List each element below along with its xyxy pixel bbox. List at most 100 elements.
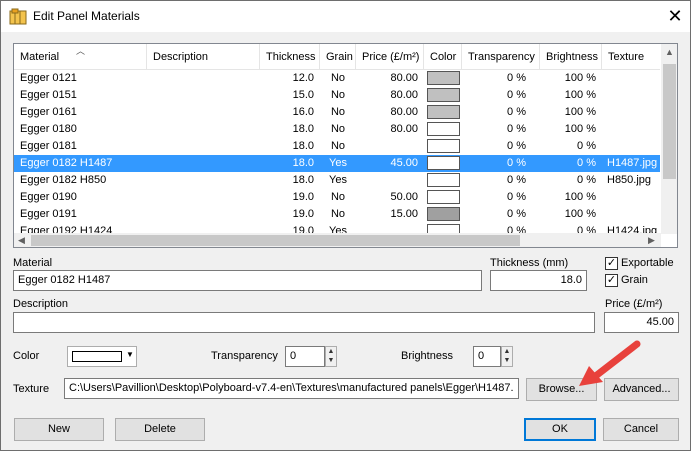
cell-material: Egger 0191 — [20, 208, 77, 220]
column-header-description[interactable]: Description — [147, 44, 260, 70]
table-body: Egger 0121 12.0 No 80.00 0 % 100 % Egger 0151 1… — [14, 70, 660, 234]
table-row[interactable]: Egger 0191 19.0 No 15.00 0 % 100 % — [14, 206, 660, 223]
column-header-texture[interactable]: Texture — [602, 44, 660, 70]
column-header-material[interactable]: Material ︿ — [14, 44, 147, 70]
table-row[interactable]: Egger 0182 H850 18.0 Yes 0 % 0 % H850.jpg — [14, 172, 660, 189]
materials-table: Material ︿ Description Thickness Grain P… — [13, 43, 678, 248]
texture-path-field[interactable]: C:\Users\Pavillion\Desktop\Polyboard-v7.… — [64, 378, 519, 399]
materials-app-icon — [9, 8, 27, 25]
grain-checkbox[interactable]: ✓ — [605, 274, 618, 287]
cell-thickness: 12.0 — [292, 72, 314, 84]
cell-color-swatch — [427, 122, 460, 136]
cell-brightness: 0 % — [577, 174, 596, 186]
transparency-spinner[interactable]: ▲ ▼ — [325, 346, 337, 367]
texture-label: Texture — [13, 383, 50, 395]
cell-grain: No — [330, 191, 346, 203]
transparency-field[interactable]: 0 — [285, 346, 325, 367]
cell-thickness: 19.0 — [292, 191, 314, 203]
description-field[interactable] — [13, 312, 595, 333]
horizontal-scrollbar[interactable]: ◀ ▶ — [14, 233, 661, 247]
table-row[interactable]: Egger 0151 15.0 No 80.00 0 % 100 % — [14, 87, 660, 104]
cell-color-swatch — [427, 173, 460, 187]
table-row[interactable]: Egger 0182 H1487 18.0 Yes 45.00 0 % 0 % H1487.… — [14, 155, 660, 172]
table-row[interactable]: Egger 0181 18.0 No 0 % 0 % — [14, 138, 660, 155]
brightness-label: Brightness — [401, 350, 453, 362]
cell-brightness: 100 % — [564, 89, 596, 101]
cell-price: 80.00 — [390, 89, 418, 101]
ok-button[interactable]: OK — [524, 418, 596, 441]
cell-brightness: 100 % — [564, 123, 596, 135]
cell-color-swatch — [427, 190, 460, 204]
cell-thickness: 18.0 — [292, 140, 314, 152]
cell-material: Egger 0181 — [20, 140, 77, 152]
delete-button[interactable]: Delete — [115, 418, 205, 441]
cell-description — [153, 87, 258, 104]
color-label: Color — [13, 350, 40, 362]
edit-panel-materials-dialog: Edit Panel Materials ✕ Material ︿ Descri… — [0, 0, 691, 451]
spin-down-icon[interactable]: ▼ — [326, 356, 336, 365]
cell-price — [356, 138, 418, 155]
cell-texture — [607, 87, 660, 104]
scroll-up-icon[interactable]: ▲ — [665, 47, 674, 57]
cell-color-swatch — [427, 139, 460, 153]
brightness-spinner[interactable]: ▲ ▼ — [501, 346, 513, 367]
cell-transparency: 0 % — [507, 208, 526, 220]
exportable-checkbox[interactable]: ✓ — [605, 257, 618, 270]
cell-thickness: 19.0 — [292, 208, 314, 220]
cell-description — [153, 70, 258, 87]
spin-up-icon[interactable]: ▲ — [326, 347, 336, 356]
cell-material: Egger 0180 — [20, 123, 77, 135]
cell-grain: No — [330, 72, 346, 84]
scroll-right-icon[interactable]: ▶ — [648, 235, 655, 246]
material-label: Material — [13, 257, 53, 269]
cell-material: Egger 0121 — [20, 72, 77, 84]
table-row[interactable]: Egger 0180 18.0 No 80.00 0 % 100 % — [14, 121, 660, 138]
column-header-price[interactable]: Price (£/m²) — [356, 44, 424, 70]
price-field[interactable]: 45.00 — [604, 312, 679, 333]
price-label: Price (£/m²) — [605, 298, 663, 310]
cell-description — [153, 189, 258, 206]
scroll-left-icon[interactable]: ◀ — [18, 235, 25, 246]
horizontal-scroll-thumb[interactable] — [31, 235, 520, 246]
table-row[interactable]: Egger 0190 19.0 No 50.00 0 % 100 % — [14, 189, 660, 206]
cell-grain: No — [330, 89, 346, 101]
window-title: Edit Panel Materials — [33, 9, 140, 23]
spin-up-icon[interactable]: ▲ — [502, 347, 512, 356]
cell-grain: No — [330, 123, 346, 135]
column-header-transparency[interactable]: Transparency — [462, 44, 540, 70]
spin-down-icon[interactable]: ▼ — [502, 356, 512, 365]
color-picker[interactable]: ▼ — [67, 346, 137, 367]
column-header-grain[interactable]: Grain — [320, 44, 356, 70]
cell-texture — [607, 121, 660, 138]
close-icon[interactable]: ✕ — [665, 6, 685, 26]
cancel-button[interactable]: Cancel — [603, 418, 679, 441]
cell-price: 50.00 — [390, 191, 418, 203]
vertical-scrollbar[interactable]: ▲ — [661, 44, 677, 234]
thickness-field[interactable]: 18.0 — [490, 270, 587, 291]
annotation-arrow — [579, 340, 641, 386]
cell-price: 45.00 — [390, 157, 418, 169]
thickness-label: Thickness (mm) — [490, 257, 569, 269]
new-button[interactable]: New — [14, 418, 104, 441]
cell-thickness: 15.0 — [292, 89, 314, 101]
cell-material: Egger 0151 — [20, 89, 77, 101]
cell-texture — [607, 104, 660, 121]
column-header-thickness[interactable]: Thickness — [260, 44, 320, 70]
cell-color-swatch — [427, 88, 460, 102]
cell-price: 80.00 — [390, 123, 418, 135]
table-row[interactable]: Egger 0121 12.0 No 80.00 0 % 100 % — [14, 70, 660, 87]
table-row[interactable]: Egger 0161 16.0 No 80.00 0 % 100 % — [14, 104, 660, 121]
cell-transparency: 0 % — [507, 191, 526, 203]
column-header-brightness[interactable]: Brightness — [540, 44, 602, 70]
cell-transparency: 0 % — [507, 106, 526, 118]
cell-price: 80.00 — [390, 106, 418, 118]
vertical-scroll-thumb[interactable] — [663, 64, 676, 179]
material-name-field[interactable]: Egger 0182 H1487 — [13, 270, 482, 291]
cell-thickness: 18.0 — [292, 174, 314, 186]
brightness-field[interactable]: 0 — [473, 346, 501, 367]
color-swatch — [72, 351, 122, 362]
transparency-label: Transparency — [211, 350, 278, 362]
column-header-color[interactable]: Color — [424, 44, 462, 70]
cell-description — [153, 104, 258, 121]
cell-grain: Yes — [329, 157, 347, 169]
